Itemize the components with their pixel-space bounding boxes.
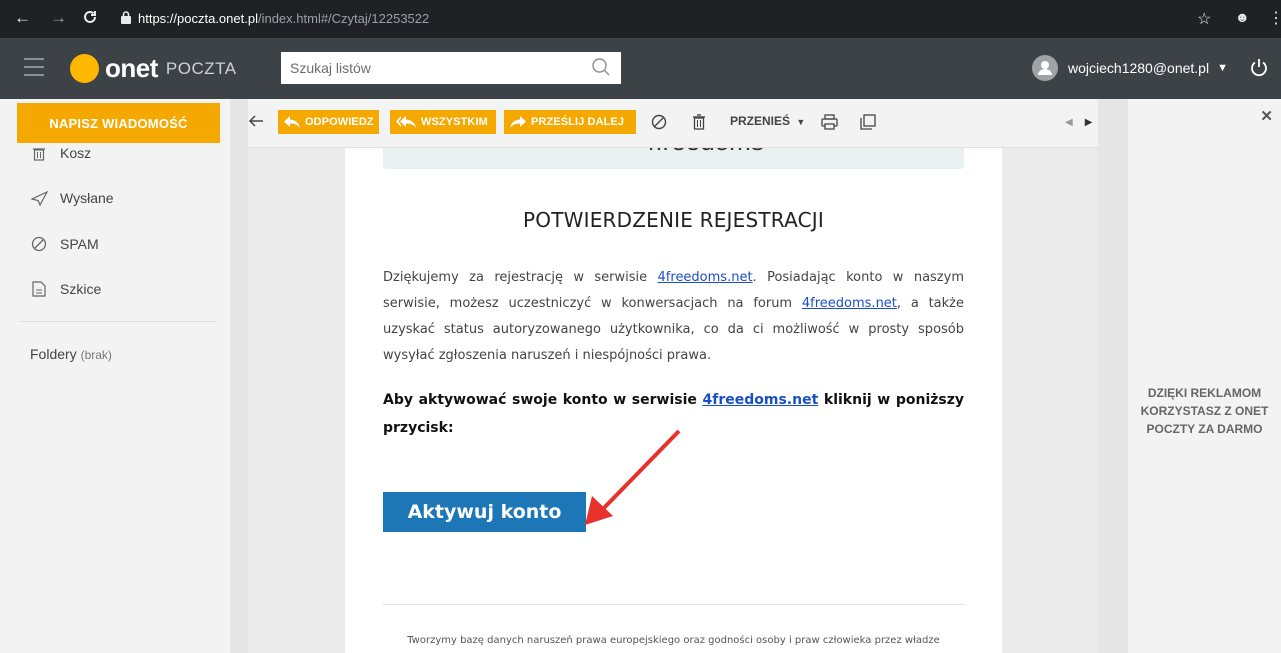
user-email: wojciech1280@onet.pl (1068, 60, 1210, 76)
sidebar-item-label: Szkice (60, 281, 102, 297)
site-link[interactable]: 4freedoms.net (658, 270, 753, 285)
search-box[interactable] (281, 52, 621, 84)
reply-all-icon (396, 116, 416, 128)
folders-section-note: (brak) (80, 348, 112, 362)
app-header: onet POCZTA wojciech1280@onet.pl ▼ (0, 38, 1281, 99)
incognito-icon[interactable]: ☻ (1235, 9, 1250, 25)
open-new-window-icon[interactable] (860, 114, 876, 135)
avatar (1032, 55, 1058, 81)
lock-icon (121, 11, 131, 29)
sidebar-edge (230, 99, 248, 653)
sidebar-item-label: Kosz (60, 145, 92, 161)
back-arrow-icon[interactable]: ← (14, 8, 31, 28)
user-menu[interactable]: wojciech1280@onet.pl ▼ (1032, 55, 1228, 81)
sidebar-item-label: SPAM (60, 236, 99, 252)
sidebar-divider (20, 321, 216, 322)
message-toolbar: ODPOWIEDZ WSZYSTKIM PRZEŚLIJ DALEJ PRZEN… (248, 99, 1098, 148)
sidebar-item-label: Wysłane (60, 190, 114, 206)
address-bar[interactable]: https://poczta.onet.pl/index.html#/Czyta… (138, 11, 429, 26)
reading-pane-edge (1098, 99, 1128, 653)
browser-menu-icon[interactable]: ⋮ (1268, 8, 1281, 28)
reply-button[interactable]: ODPOWIEDZ (278, 110, 379, 134)
reply-label: ODPOWIEDZ (305, 116, 374, 128)
sidebar-item-wyslane[interactable]: Wysłane (30, 189, 114, 207)
forward-button[interactable]: PRZEŚLIJ DALEJ (504, 110, 636, 134)
url-path: /index.html#/Czytaj/12253522 (257, 11, 430, 26)
search-input[interactable] (288, 59, 582, 77)
folders-section[interactable]: Foldery (brak) (30, 346, 112, 362)
sidebar: NAPISZ WIADOMOŚĆ Kosz Wysłane SPAM Szkic… (0, 99, 230, 653)
chevron-down-icon: ▼ (796, 117, 806, 127)
activation-instruction: Aby aktywować swoje konto w serwisie 4fr… (383, 386, 964, 442)
email-body: 4freedoms POTWIERDZENIE REJESTRACJI Dzię… (345, 148, 1002, 653)
logo-product: POCZTA (165, 58, 237, 78)
email-footer: Tworzymy bazę danych naruszeń prawa euro… (407, 635, 940, 646)
move-label: PRZENIEŚ (730, 114, 791, 128)
star-icon[interactable]: ☆ (1197, 9, 1211, 29)
email-title: POTWIERDZENIE REJESTRACJI (523, 208, 824, 232)
logo-word: onet (105, 53, 158, 83)
compose-button[interactable]: NAPISZ WIADOMOŚĆ (17, 103, 220, 143)
sidebar-item-kosz[interactable]: Kosz (30, 144, 91, 162)
forum-link[interactable]: 4freedoms.net (802, 296, 897, 311)
hamburger-menu-icon[interactable] (24, 58, 44, 82)
reply-icon (284, 116, 300, 128)
email-banner: 4freedoms (383, 148, 964, 169)
block-icon[interactable] (651, 114, 667, 135)
message-pager[interactable]: ◀ ▶ (1065, 117, 1092, 128)
logout-power-icon[interactable] (1250, 58, 1268, 82)
spam-icon (30, 235, 48, 253)
url-domain: https://poczta.onet.pl (138, 11, 258, 26)
print-icon[interactable] (821, 114, 838, 135)
trash-icon (30, 144, 48, 162)
email-text: Aby aktywować swoje konto w serwisie (383, 392, 703, 408)
forward-label: PRZEŚLIJ DALEJ (531, 116, 625, 128)
reading-pane: 4freedoms POTWIERDZENIE REJESTRACJI Dzię… (248, 148, 1098, 653)
forward-arrow-icon[interactable]: → (50, 8, 67, 28)
next-message-icon[interactable]: ▶ (1085, 117, 1093, 128)
onet-poczta-logo[interactable]: onet POCZTA (70, 53, 237, 84)
browser-toolbar: ← → https://poczta.onet.pl/index.html#/C… (0, 0, 1281, 38)
folders-section-label: Foldery (30, 346, 77, 362)
close-icon[interactable]: ✕ (1260, 107, 1273, 125)
site-link[interactable]: 4freedoms.net (703, 392, 819, 408)
chevron-down-icon: ▼ (1217, 62, 1228, 74)
ad-text: DZIĘKI REKLAMOM KORZYSTASZ Z ONET POCZTY… (1140, 386, 1269, 436)
send-icon (30, 189, 48, 207)
trash-icon[interactable] (692, 114, 706, 135)
sidebar-item-spam[interactable]: SPAM (30, 235, 99, 253)
ad-panel: ✕ DZIĘKI REKLAMOM KORZYSTASZ Z ONET POCZ… (1128, 99, 1281, 653)
activate-account-button[interactable]: Aktywuj konto (383, 492, 586, 532)
reload-icon[interactable] (82, 9, 98, 30)
user-icon (1038, 61, 1052, 75)
email-paragraph: Dziękujemy za rejestrację w serwisie 4fr… (383, 265, 964, 369)
search-icon[interactable] (591, 57, 611, 82)
email-banner-text: 4freedoms (641, 148, 764, 157)
reply-all-label: WSZYSTKIM (421, 116, 488, 128)
draft-icon (30, 280, 48, 298)
back-icon[interactable] (248, 113, 264, 134)
email-divider (383, 604, 964, 605)
reply-all-button[interactable]: WSZYSTKIM (390, 110, 496, 134)
sidebar-item-szkice[interactable]: Szkice (30, 280, 101, 298)
email-text: Dziękujemy za rejestrację w serwisie (383, 270, 658, 285)
logo-dot (70, 54, 99, 83)
prev-message-icon[interactable]: ◀ (1065, 117, 1073, 128)
move-dropdown[interactable]: PRZENIEŚ ▼ (730, 114, 805, 128)
forward-icon (510, 116, 526, 128)
